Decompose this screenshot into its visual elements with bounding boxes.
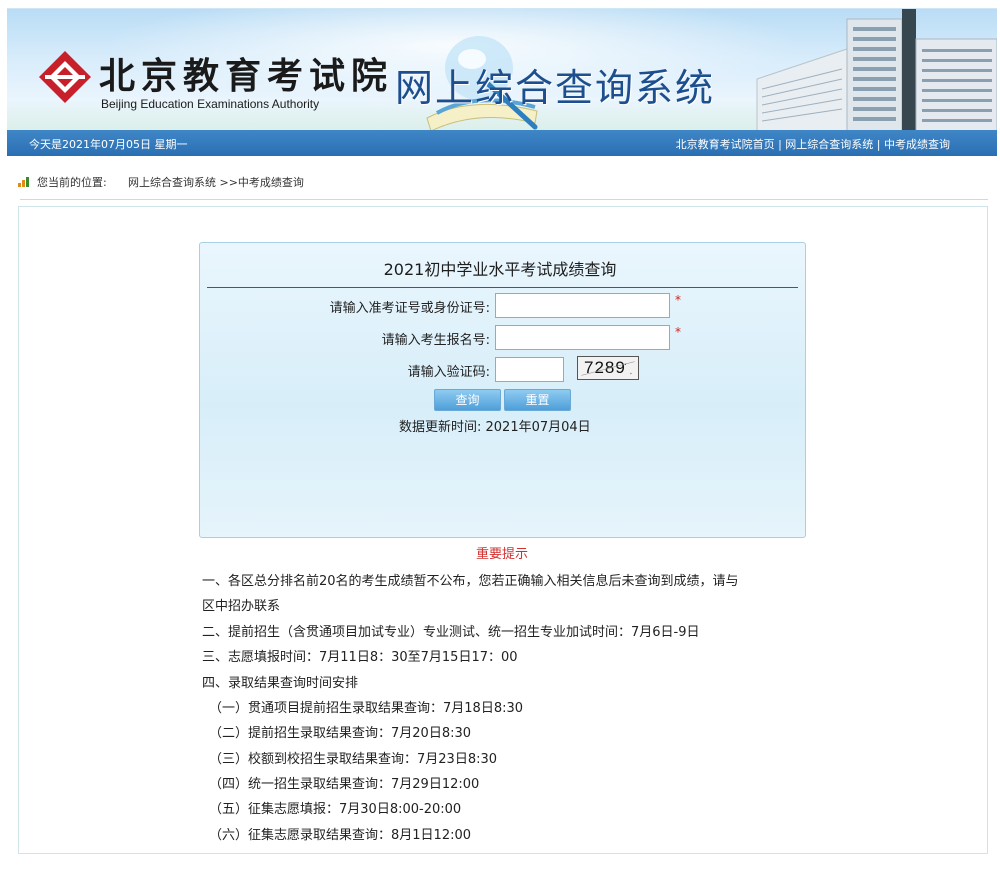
notice-line: （六）征集志愿录取结果查询：8月1日12:00 xyxy=(209,828,472,843)
org-name-cn: 北京教育考试院 xyxy=(99,55,394,97)
location-bars-icon xyxy=(18,177,29,187)
notice-line: 二、提前招生（含贯通项目加试专业）专业测试、统一招生专业加试时间：7月6日-9日 xyxy=(202,625,700,640)
query-panel-title: 2021初中学业水平考试成绩查询 xyxy=(383,260,617,279)
breadcrumb-label: 您当前的位置: xyxy=(37,176,107,189)
data-update-time: 数据更新时间: 2021年07月04日 xyxy=(399,420,591,435)
notice-line: 区中招办联系 xyxy=(202,599,281,614)
captcha-image[interactable]: 7289 xyxy=(577,356,639,380)
exam-id-input[interactable] xyxy=(495,293,670,318)
nav-separator: | xyxy=(774,138,786,151)
registration-no-input[interactable] xyxy=(495,325,670,350)
notice-line: 三、志愿填报时间：7月11日8：30至7月15日17：00 xyxy=(202,650,518,665)
buildings-illustration xyxy=(756,9,997,130)
system-title: 网上综合查询系统 xyxy=(395,66,716,110)
notice-line: （四）统一招生录取结果查询：7月29日12:00 xyxy=(209,777,480,792)
bjeea-logo-icon xyxy=(39,51,91,103)
nav-link-zhongkao-score[interactable]: 中考成绩查询 xyxy=(884,138,950,151)
panel-title-divider xyxy=(207,287,798,288)
registration-no-label: 请输入考生报名号: xyxy=(381,333,490,348)
top-navbar: 今天是2021年07月05日 星期一 北京教育考试院首页 | 网上综合查询系统 … xyxy=(7,130,997,156)
notice-line: 四、录取结果查询时间安排 xyxy=(202,676,359,691)
notice-line: （二）提前招生录取结果查询：7月20日8:30 xyxy=(209,726,472,741)
header-banner: 北京教育考试院 Beijing Education Examinations A… xyxy=(7,8,997,130)
query-button[interactable]: 查询 xyxy=(434,389,501,411)
notice-title: 重要提示 xyxy=(475,547,528,562)
org-name-en: Beijing Education Examinations Authority xyxy=(101,97,320,111)
reset-button[interactable]: 重置 xyxy=(504,389,571,411)
nav-separator: | xyxy=(873,138,884,151)
notice-line: （三）校额到校招生录取结果查询：7月23日8:30 xyxy=(209,752,498,767)
nav-link-home[interactable]: 北京教育考试院首页 xyxy=(676,138,775,151)
current-date: 今天是2021年07月05日 星期一 xyxy=(29,138,188,151)
notice-line: （五）征集志愿填报：7月30日8:00-20:00 xyxy=(209,802,462,817)
breadcrumb-path[interactable]: 网上综合查询系统 >>中考成绩查询 xyxy=(128,174,304,190)
nav-link-query-system[interactable]: 网上综合查询系统 xyxy=(785,138,873,151)
captcha-label: 请输入验证码: xyxy=(407,365,490,380)
captcha-input[interactable] xyxy=(495,357,564,382)
exam-id-label: 请输入准考证号或身份证号: xyxy=(329,301,490,316)
nav-links: 北京教育考试院首页 | 网上综合查询系统 | 中考成绩查询 xyxy=(676,136,950,152)
captcha-noise xyxy=(581,361,635,376)
notice-line: （一）贯通项目提前招生录取结果查询：7月18日8:30 xyxy=(209,701,524,716)
breadcrumb: 您当前的位置: 网上综合查询系统 >>中考成绩查询 xyxy=(7,156,997,202)
notice-line: 一、各区总分排名前20名的考生成绩暂不公布，您若正确输入相关信息后未查询到成绩，… xyxy=(202,574,739,589)
breadcrumb-divider xyxy=(20,199,988,200)
required-mark: * xyxy=(675,325,681,339)
required-mark: * xyxy=(675,293,681,307)
